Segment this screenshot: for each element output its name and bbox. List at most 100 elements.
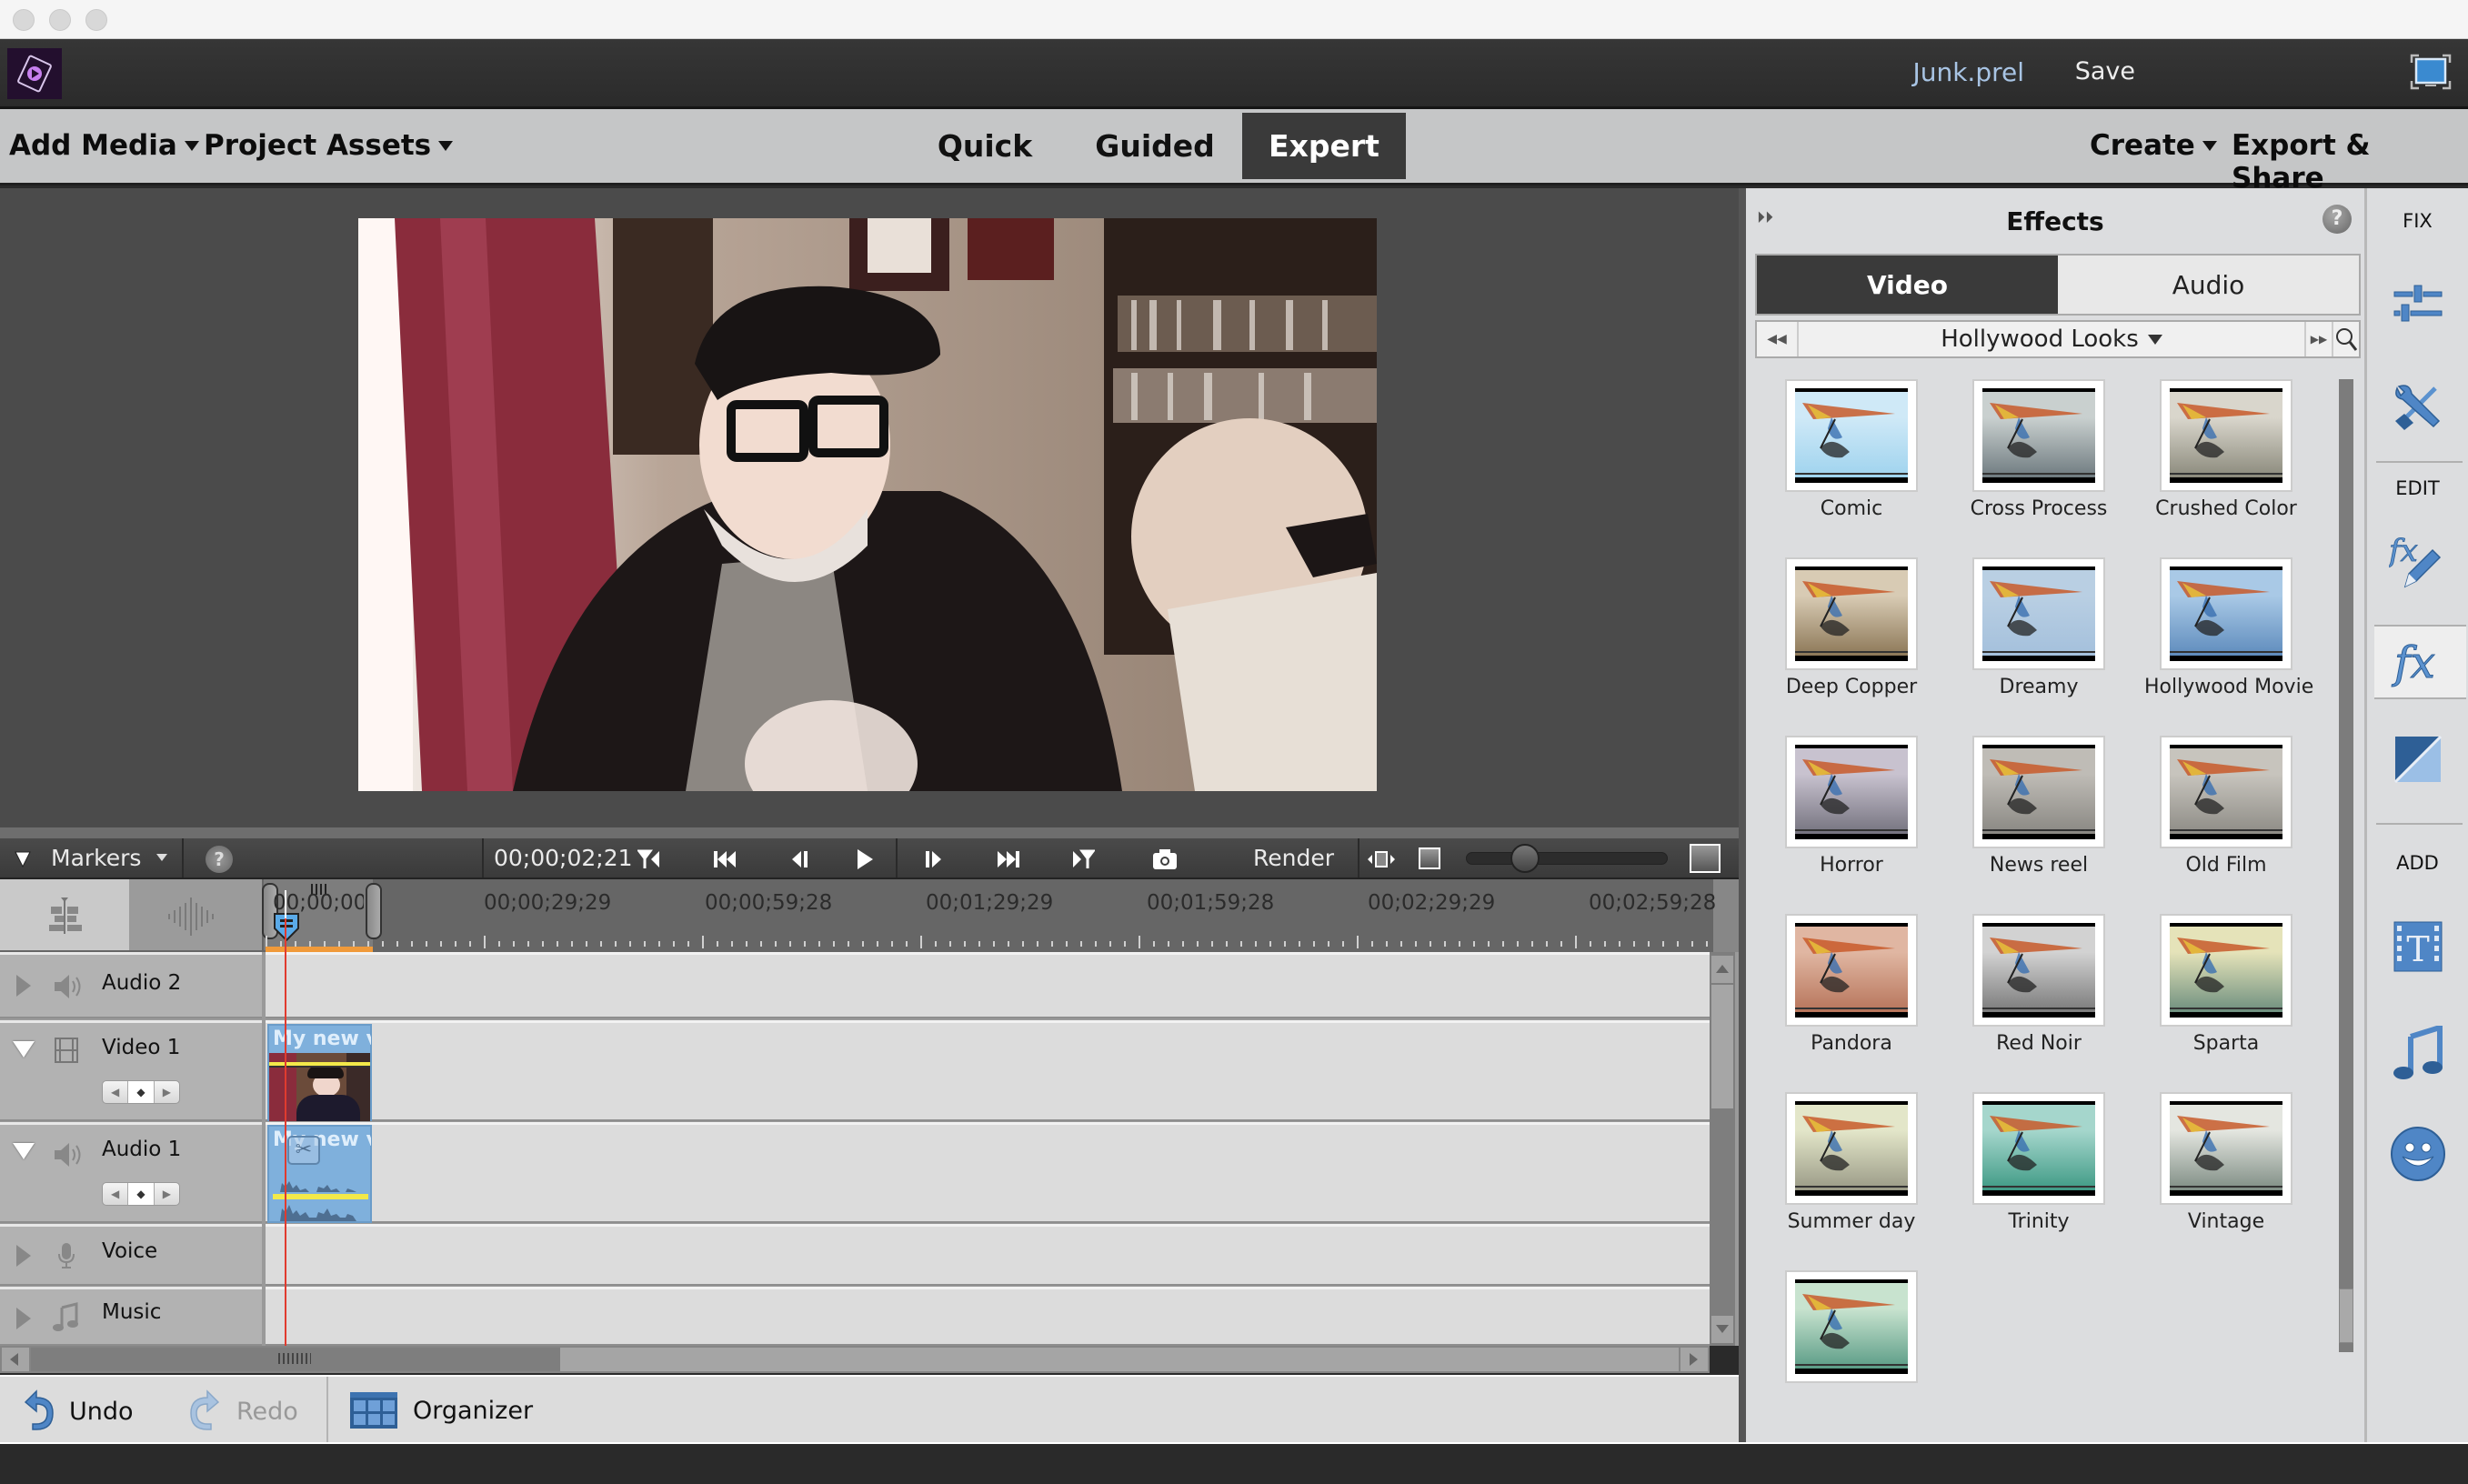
effects-scrollbar[interactable] [2339, 379, 2353, 1352]
track-lane-audio-2[interactable] [266, 952, 1710, 1018]
titles-icon[interactable]: T [2389, 917, 2447, 976]
scroll-left-button[interactable] [2, 1348, 29, 1371]
export-share-menu[interactable]: Export & Share [2232, 129, 2468, 195]
expand-track-icon[interactable] [16, 1308, 31, 1329]
go-to-end-icon[interactable] [993, 844, 1024, 875]
timeline-vertical-scrollbar[interactable] [1710, 952, 1735, 1346]
effect-item[interactable]: Summer day [1770, 1092, 1933, 1233]
collapse-track-icon[interactable] [13, 1041, 35, 1058]
effect-item[interactable] [1770, 1270, 1933, 1389]
track-header-music[interactable]: Music [0, 1287, 262, 1346]
zoom-slider-handle[interactable] [1510, 844, 1540, 873]
effect-item[interactable]: Trinity [1957, 1092, 2121, 1233]
track-header-video-1[interactable]: Video 1 ◀ ◆ ▶ [0, 1020, 262, 1121]
track-header-audio-1[interactable]: Audio 1 ◀ ◆ ▶ [0, 1122, 262, 1223]
search-icon[interactable] [2332, 322, 2359, 356]
scroll-right-button[interactable] [1680, 1348, 1708, 1371]
scroll-thumb[interactable] [1711, 985, 1733, 1108]
panel-divider[interactable] [0, 827, 1739, 838]
track-header-voice[interactable]: Voice [0, 1224, 262, 1286]
transitions-icon[interactable] [2389, 730, 2447, 788]
undo-button[interactable]: Undo [20, 1389, 134, 1433]
scroll-thumb[interactable] [31, 1348, 560, 1371]
add-media-menu[interactable]: Add Media [9, 129, 199, 162]
add-keyframe-button[interactable]: ◆ [128, 1183, 155, 1205]
timeline-horizontal-scrollbar[interactable] [0, 1346, 1710, 1373]
effect-item[interactable]: Comic [1770, 379, 1933, 520]
add-keyframe-button[interactable]: ◆ [128, 1081, 155, 1103]
effect-item[interactable]: Cross Process [1957, 379, 2121, 520]
effect-item[interactable]: Crushed Color [2144, 379, 2308, 520]
previous-keyframe-button[interactable]: ◀ [103, 1081, 129, 1103]
effect-item[interactable]: Horror [1770, 736, 1933, 877]
previous-category-icon[interactable]: ◀◀ [1757, 322, 1799, 356]
help-icon[interactable]: ? [206, 846, 233, 873]
fullscreen-icon[interactable] [2410, 54, 2452, 90]
close-window-button[interactable] [13, 9, 35, 31]
track-lane-music[interactable] [266, 1287, 1710, 1346]
zoom-window-button[interactable] [85, 9, 107, 31]
help-icon[interactable]: ? [2323, 205, 2352, 234]
next-keyframe-button[interactable]: ▶ [155, 1081, 179, 1103]
previous-keyframe-button[interactable]: ◀ [103, 1183, 129, 1205]
markers-toggle-icon[interactable] [13, 849, 33, 873]
effect-item[interactable]: Sparta [2144, 914, 2308, 1055]
render-button[interactable]: Render [1253, 845, 1334, 871]
expand-track-icon[interactable] [16, 1245, 31, 1267]
go-to-next-edit-icon[interactable] [1068, 844, 1099, 875]
music-icon[interactable] [2389, 1025, 2447, 1083]
collapse-track-icon[interactable] [13, 1143, 35, 1159]
effect-item[interactable]: Pandora [1770, 914, 1933, 1055]
effect-item[interactable]: Vintage [2144, 1092, 2308, 1233]
zoom-out-icon[interactable] [1419, 847, 1440, 869]
timecode-display[interactable]: 00;00;02;21 [494, 845, 633, 871]
scroll-thumb[interactable] [2339, 1288, 2353, 1343]
expand-track-icon[interactable] [16, 975, 31, 997]
minimize-window-button[interactable] [49, 9, 71, 31]
scissors-icon[interactable]: ✂ [287, 1136, 320, 1165]
camera-snapshot-icon[interactable] [1149, 844, 1180, 875]
tab-quick[interactable]: Quick [911, 113, 1058, 179]
tools-icon[interactable] [2389, 377, 2447, 436]
tab-audio[interactable]: Audio [2058, 256, 2359, 314]
effect-item[interactable]: News reel [1957, 736, 2121, 877]
audio-waveform-toggle[interactable] [129, 879, 262, 950]
project-assets-menu[interactable]: Project Assets [204, 129, 454, 162]
save-button[interactable]: Save [2075, 57, 2135, 85]
step-back-icon[interactable] [784, 844, 815, 875]
project-filename[interactable]: Junk.prel [1912, 57, 2024, 87]
go-to-previous-edit-icon[interactable] [634, 844, 665, 875]
scroll-track[interactable] [560, 1348, 1679, 1371]
effect-item[interactable]: Hollywood Movie [2144, 557, 2313, 698]
track-lane-voice[interactable] [266, 1224, 1710, 1286]
graphics-icon[interactable] [2389, 1125, 2447, 1183]
current-time-indicator[interactable] [273, 912, 300, 942]
effects-icon[interactable]: fx [2389, 634, 2447, 692]
category-dropdown[interactable]: Hollywood Looks [1799, 322, 2304, 356]
timeline-zoom-slider[interactable] [1466, 844, 1668, 873]
play-icon[interactable] [849, 844, 880, 875]
effect-item[interactable]: Deep Copper [1770, 557, 1933, 698]
applied-effects-icon[interactable]: fx [2389, 534, 2447, 592]
smart-trim-toggle[interactable] [0, 879, 129, 950]
work-area-end-handle[interactable] [366, 883, 382, 939]
scroll-up-button[interactable] [1711, 956, 1733, 983]
effect-item[interactable]: Old Film [2144, 736, 2308, 877]
video-clip[interactable]: My new v [267, 1024, 372, 1121]
scroll-down-button[interactable] [1711, 1316, 1733, 1343]
audio-clip[interactable]: My new v ✂ [267, 1125, 372, 1223]
zoom-in-icon[interactable] [1690, 844, 1721, 873]
next-keyframe-button[interactable]: ▶ [155, 1183, 179, 1205]
track-lane-audio-1[interactable] [266, 1122, 1710, 1223]
playhead-line[interactable] [285, 918, 286, 1346]
step-forward-icon[interactable] [918, 844, 949, 875]
effect-item[interactable]: Red Noir [1957, 914, 2121, 1055]
effect-item[interactable]: Dreamy [1957, 557, 2121, 698]
create-menu[interactable]: Create [2090, 129, 2217, 162]
redo-button[interactable]: Redo [187, 1389, 298, 1433]
markers-dropdown-icon[interactable] [156, 854, 167, 861]
video-preview[interactable] [358, 218, 1377, 791]
track-lane-video-1[interactable] [266, 1020, 1710, 1121]
track-header-audio-2[interactable]: Audio 2 [0, 952, 262, 1018]
tab-video[interactable]: Video [1757, 256, 2058, 314]
